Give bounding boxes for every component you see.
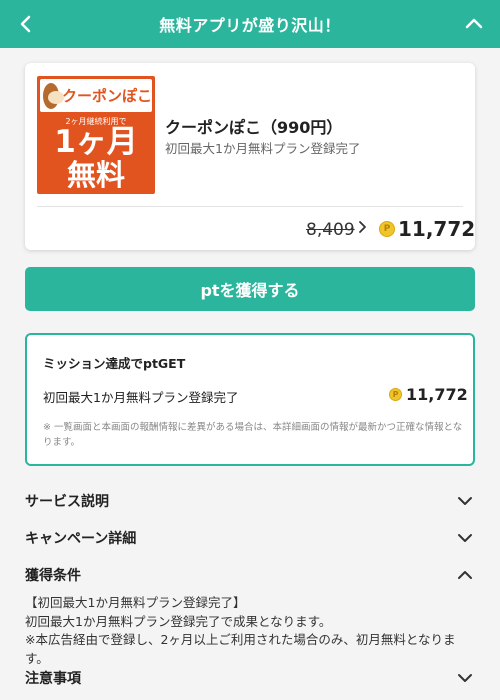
section-campaign-label: キャンペーン詳細 [25, 531, 137, 547]
mission-note: ※ 一覧画面と本画面の報酬情報に差異がある場合は、本詳細画面の情報が最新かつ正確… [43, 422, 463, 448]
point-coin-icon [379, 221, 395, 237]
page-title: 無料アプリが盛り沢山！ [159, 16, 341, 35]
mission-item-name: 初回最大1か月無料プラン登録完了 [43, 390, 239, 405]
get-points-button[interactable]: ptを獲得する [25, 267, 475, 311]
chevron-up-icon [465, 18, 483, 29]
point-coin-icon [389, 388, 402, 401]
section-conditions-label: 獲得条件 [25, 568, 81, 584]
mission-item-points: 11,772 [406, 385, 468, 404]
section-service-label: サービス説明 [25, 494, 109, 510]
offer-card[interactable]: クーポンぽこ 2ヶ月継続利用で 1ヶ月 無料 クーポンぽこ（990円） 初回最大… [25, 63, 475, 250]
section-notes-label: 注意事項 [25, 671, 81, 687]
section-campaign[interactable]: キャンペーン詳細 [25, 526, 475, 550]
chevron-down-icon [455, 491, 475, 511]
brand-name: クーポンぽこ [61, 87, 152, 105]
conditions-body: 【初回最大1か月無料プラン登録完了】 初回最大1か月無料プラン登録完了で成果とな… [25, 594, 475, 668]
thumb-headline-2: 無料 [66, 158, 125, 192]
offer-name: クーポンぽこ（990円） [165, 118, 343, 137]
mission-box: ミッション達成でptGET 初回最大1か月無料プラン登録完了 11,772 ※ … [25, 333, 475, 466]
conditions-line-2: 初回最大1か月無料プラン登録完了で成果となります。 [25, 613, 332, 629]
new-points: 11,772 [398, 217, 476, 241]
back-button[interactable] [12, 10, 40, 38]
chevron-left-icon [20, 15, 31, 33]
thumb-headline-1: 1ヶ月 [54, 124, 138, 160]
mission-title: ミッション達成でptGET [43, 356, 186, 371]
mascot-icon [43, 82, 64, 109]
app-header: 無料アプリが盛り沢山！ [0, 0, 500, 48]
section-conditions[interactable]: 獲得条件 [25, 563, 475, 587]
chevron-right-icon [358, 220, 368, 238]
section-service[interactable]: サービス説明 [25, 489, 475, 513]
conditions-line-3: ※本広告経由で登録し、2ヶ月以上ご利用された場合のみ、初月無料となります。 [25, 632, 456, 666]
old-points: 8,409 [306, 220, 355, 240]
chevron-down-icon [455, 668, 475, 688]
offer-description: 初回最大1か月無料プラン登録完了 [165, 141, 361, 156]
brand-logo: クーポンぽこ [40, 79, 152, 112]
divider [37, 206, 463, 207]
collapse-header-button[interactable] [460, 10, 488, 38]
offer-thumbnail: クーポンぽこ 2ヶ月継続利用で 1ヶ月 無料 [37, 76, 155, 194]
conditions-line-1: 【初回最大1か月無料プラン登録完了】 [25, 595, 246, 610]
section-notes[interactable]: 注意事項 [25, 666, 475, 690]
chevron-down-icon [455, 528, 475, 548]
chevron-up-icon [455, 565, 475, 585]
